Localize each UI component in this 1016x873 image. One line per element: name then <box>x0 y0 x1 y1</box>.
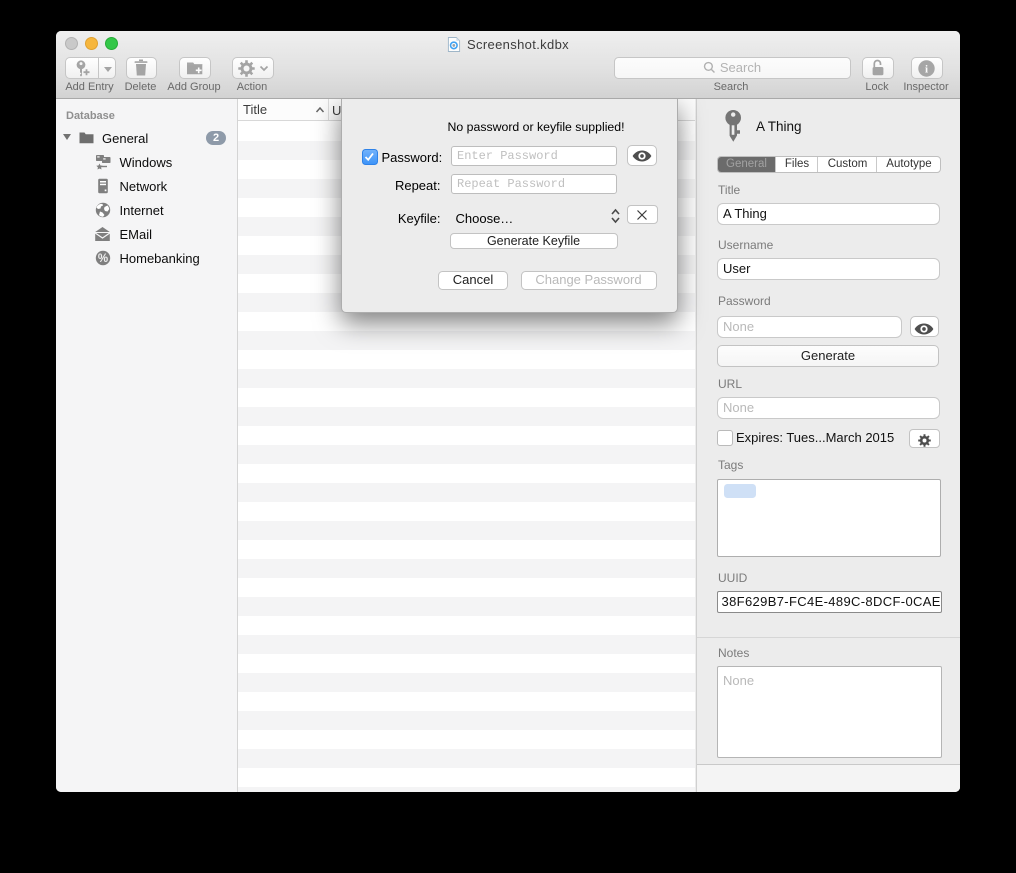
svg-text:%: % <box>98 253 108 265</box>
svg-text:i: i <box>924 63 927 75</box>
